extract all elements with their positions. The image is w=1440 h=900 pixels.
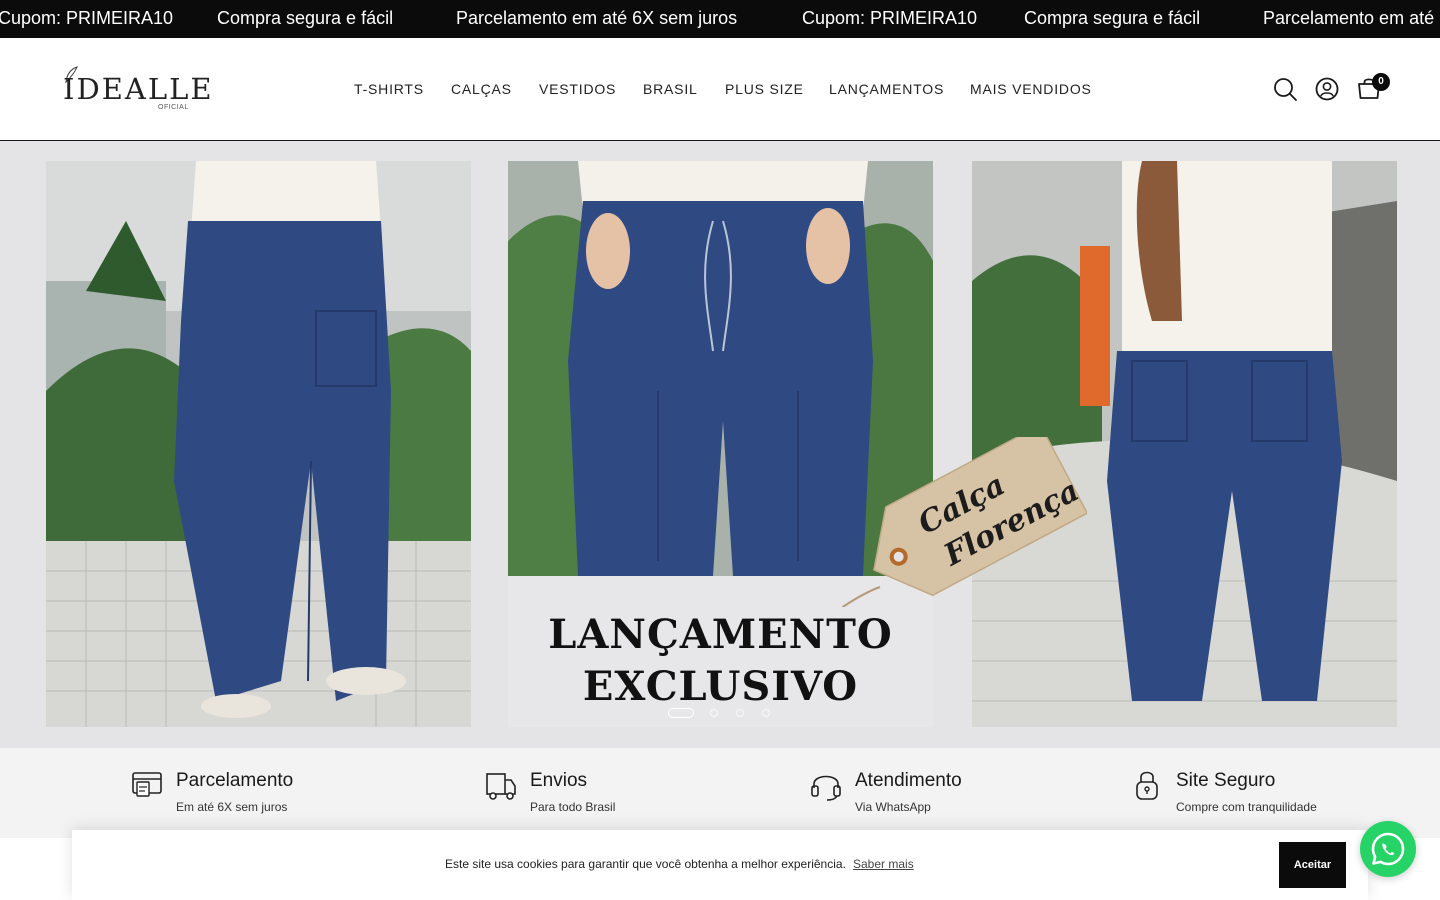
slider-dot[interactable] [668, 708, 694, 718]
features-bar: Parcelamento Em até 6X sem juros Envios … [0, 748, 1440, 838]
feature-subtitle: Compre com tranquilidade [1176, 800, 1317, 814]
whatsapp-button[interactable] [1360, 821, 1416, 877]
slider-dot[interactable] [762, 709, 770, 717]
nav-item-plus-size[interactable]: PLUS SIZE [725, 81, 804, 97]
headset-icon [811, 775, 841, 801]
account-icon[interactable] [1314, 76, 1340, 102]
hero-photo-back-view [46, 161, 471, 727]
announcement-item: Parcelamento em até 6X sem juros [456, 8, 738, 28]
lock-icon [1136, 771, 1158, 800]
cookie-accept-button[interactable]: Aceitar [1279, 842, 1346, 888]
truck-icon [486, 773, 516, 800]
cart-count-badge: 0 [1372, 73, 1390, 91]
feature-subtitle: Para todo Brasil [530, 800, 616, 814]
announcement-item: Compra segura e fácil [1024, 8, 1201, 28]
nav-item-calcas[interactable]: CALÇAS [451, 81, 512, 97]
feature-subtitle: Via WhatsApp [855, 800, 931, 814]
logo-subtext: OFICIAL [158, 104, 189, 111]
cookie-banner: Este site usa cookies para garantir que … [72, 830, 1368, 900]
announcement-bar: Cupom: PRIMEIRA10 Compra segura e fácil … [0, 0, 1440, 38]
announcement-item: Cupom: PRIMEIRA10 [0, 8, 174, 28]
whatsapp-icon [1371, 832, 1405, 866]
site-header: IDEALLE OFICIAL T-SHIRTS CALÇAS VESTIDOS… [0, 38, 1440, 141]
card-icon [132, 772, 162, 797]
nav-item-brasil[interactable]: BRASIL [643, 81, 698, 97]
announcement-item: Compra segura e fácil [217, 8, 394, 28]
hero-headline-line1: LANÇAMENTO [548, 611, 893, 658]
search-icon[interactable] [1272, 76, 1298, 102]
nav-item-mais-vendidos[interactable]: MAIS VENDIDOS [970, 81, 1092, 97]
announcement-item: Parcelamento em até 6X sem juros [1263, 8, 1440, 28]
nav-item-tshirts[interactable]: T-SHIRTS [354, 81, 424, 97]
announcement-item: Cupom: PRIMEIRA10 [802, 8, 978, 28]
feature-title: Atendimento [855, 770, 962, 791]
hero-banner[interactable]: LANÇAMENTO EXCLUSIVO Calça Florença [0, 141, 1440, 748]
nav-item-lancamentos[interactable]: LANÇAMENTOS [829, 81, 944, 97]
cookie-learn-more-link[interactable]: Saber mais [853, 857, 914, 871]
product-tag-graphic: Calça Florença [842, 437, 1087, 607]
hero-headline-line2: EXCLUSIVO [582, 663, 859, 710]
feature-title: Envios [530, 770, 588, 791]
cookie-message: Este site usa cookies para garantir que … [445, 857, 846, 871]
main-nav: T-SHIRTS CALÇAS VESTIDOS BRASIL PLUS SIZ… [0, 81, 1440, 101]
slider-dot[interactable] [710, 709, 718, 717]
feature-title: Parcelamento [176, 770, 294, 791]
feature-title: Site Seguro [1176, 770, 1276, 791]
feature-subtitle: Em até 6X sem juros [176, 800, 288, 814]
nav-item-vestidos[interactable]: VESTIDOS [539, 81, 616, 97]
slider-dot[interactable] [736, 709, 744, 717]
